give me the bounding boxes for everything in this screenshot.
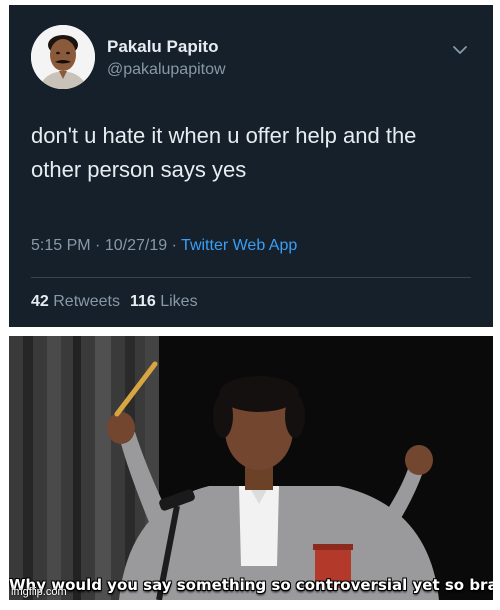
- retweets-stat[interactable]: 42 Retweets: [31, 293, 120, 310]
- chevron-down-icon[interactable]: [451, 41, 469, 59]
- tweet-card: Pakalu Papito @pakalupapitow don't u hat…: [9, 5, 493, 327]
- retweets-label: Retweets: [53, 293, 120, 310]
- avatar-image: [31, 25, 95, 89]
- divider: [31, 277, 471, 278]
- meme-caption: Why would you say something so controver…: [9, 576, 493, 594]
- likes-stat[interactable]: 116 Likes: [130, 293, 198, 310]
- tweet-time[interactable]: 5:15 PM: [31, 237, 91, 254]
- meta-separator: ·: [171, 237, 182, 254]
- tweet-stats: 42 Retweets 116 Likes: [31, 293, 198, 311]
- avatar[interactable]: [31, 25, 95, 89]
- meme-illustration: [9, 336, 493, 600]
- meme-image: Why would you say something so controver…: [9, 336, 493, 600]
- tweet-source-link[interactable]: Twitter Web App: [181, 237, 297, 254]
- tweet-meta: 5:15 PM · 10/27/19 · Twitter Web App: [31, 237, 297, 255]
- likes-count: 116: [129, 293, 156, 310]
- tweet-text: don't u hate it when u offer help and th…: [31, 123, 417, 182]
- display-name[interactable]: Pakalu Papito: [107, 37, 218, 57]
- likes-label: Likes: [160, 293, 198, 310]
- meta-separator: ·: [95, 237, 105, 254]
- tweet-date[interactable]: 10/27/19: [105, 237, 167, 254]
- watermark: imgflip.com: [11, 586, 67, 598]
- user-handle[interactable]: @pakalupapitow: [107, 61, 226, 79]
- retweets-count: 42: [31, 293, 49, 310]
